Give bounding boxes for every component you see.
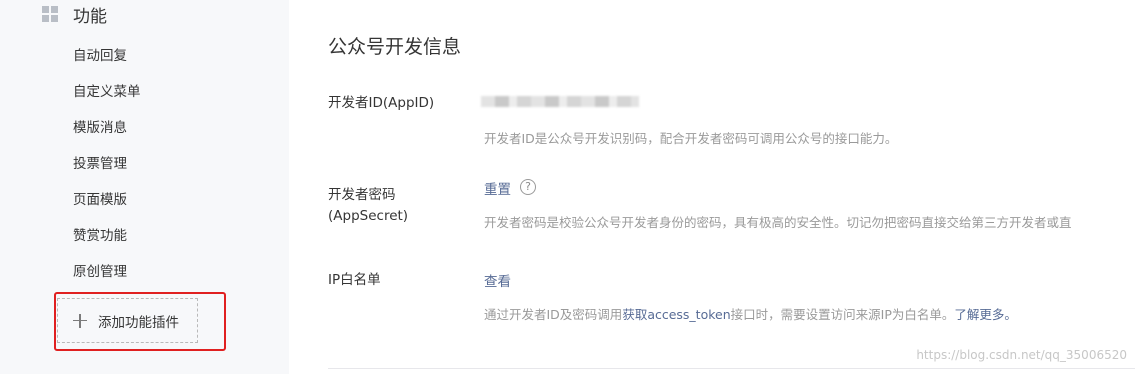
ip-desc-text-1: 通过开发者ID及密码调用 [484, 307, 623, 322]
page-title: 公众号开发信息 [328, 36, 462, 58]
app-id-description: 开发者ID是公众号开发识别码，配合开发者密码可调用公众号的接口能力。 [484, 131, 898, 146]
sidebar-item-custom-menu[interactable]: 自定义菜单 [73, 81, 141, 117]
sidebar-section-title: 功能 [73, 6, 107, 27]
watermark: https://blog.csdn.net/qq_35006520 [916, 348, 1127, 362]
sidebar-menu: 自动回复 自定义菜单 模版消息 投票管理 页面模版 赞赏功能 原创管理 [73, 45, 141, 297]
sidebar: 功能 自动回复 自定义菜单 模版消息 投票管理 页面模版 赞赏功能 原创管理 添… [0, 0, 289, 374]
add-plugin-button[interactable]: 添加功能插件 [57, 298, 198, 343]
sidebar-item-vote-management[interactable]: 投票管理 [73, 153, 141, 189]
plus-icon [73, 313, 87, 328]
main-content: 公众号开发信息 开发者ID(AppID) 开发者ID是公众号开发识别码，配合开发… [289, 0, 1135, 374]
ip-desc-text-2: 接口时，需要设置访问来源IP为白名单。 [730, 307, 955, 322]
sidebar-item-page-template[interactable]: 页面模版 [73, 189, 141, 225]
sidebar-item-auto-reply[interactable]: 自动回复 [73, 45, 141, 81]
app-secret-label-line2: (AppSecret) [328, 208, 409, 224]
get-access-token-link[interactable]: 获取access_token [622, 307, 730, 322]
ip-whitelist-label: IP白名单 [328, 272, 381, 288]
ip-whitelist-description: 通过开发者ID及密码调用获取access_token接口时，需要设置访问来源IP… [484, 304, 1017, 323]
reset-secret-link[interactable]: 重置 [484, 178, 511, 198]
grid-icon [42, 6, 58, 22]
help-icon[interactable]: ? [520, 179, 536, 195]
view-whitelist-link[interactable]: 查看 [484, 270, 511, 290]
sidebar-item-reward[interactable]: 赞赏功能 [73, 225, 141, 261]
bottom-divider [328, 368, 1135, 369]
app-secret-label-line1: 开发者密码 [328, 187, 396, 203]
sidebar-section-header: 功能 [42, 2, 107, 27]
app-secret-description: 开发者密码是校验公众号开发者身份的密码，具有极高的安全性。切记勿把密码直接交给第… [484, 215, 1072, 230]
app-id-label: 开发者ID(AppID) [328, 95, 435, 111]
learn-more-link[interactable]: 了解更多。 [954, 307, 1017, 322]
app-id-value-masked [481, 96, 639, 107]
add-plugin-label: 添加功能插件 [98, 314, 179, 331]
sidebar-item-template-message[interactable]: 模版消息 [73, 117, 141, 153]
